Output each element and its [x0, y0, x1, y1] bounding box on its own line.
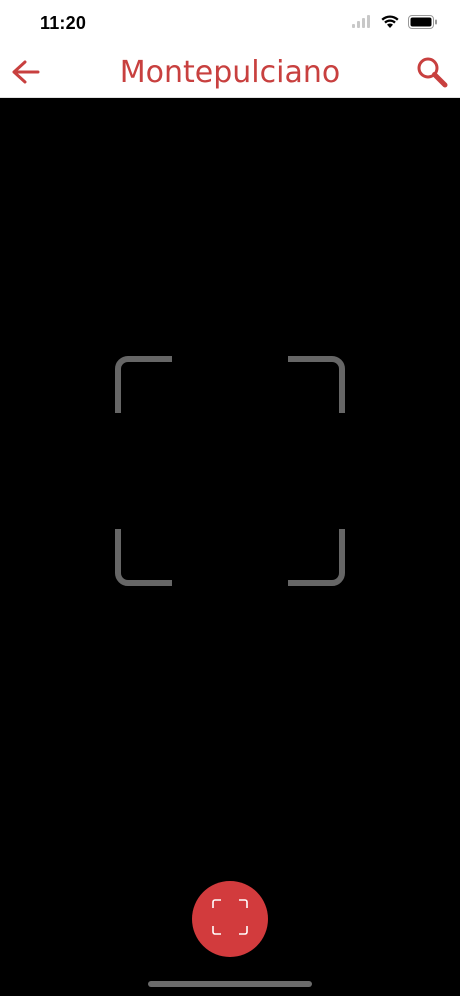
navigation-bar: Montepulciano	[0, 50, 460, 98]
scan-button[interactable]	[192, 881, 268, 957]
status-icons	[352, 14, 438, 34]
back-button[interactable]	[8, 56, 44, 92]
status-bar: 11:20	[0, 0, 460, 50]
page-title: Montepulciano	[119, 55, 341, 90]
signal-icon	[352, 14, 372, 34]
search-icon	[416, 56, 448, 93]
scan-icon	[212, 898, 248, 940]
search-button[interactable]	[412, 54, 452, 94]
status-time: 11:20	[40, 13, 87, 33]
wifi-icon	[380, 14, 400, 34]
home-indicator[interactable]	[148, 981, 312, 987]
arrow-left-icon	[12, 60, 40, 89]
battery-icon	[408, 14, 438, 34]
scan-frame	[115, 356, 345, 586]
